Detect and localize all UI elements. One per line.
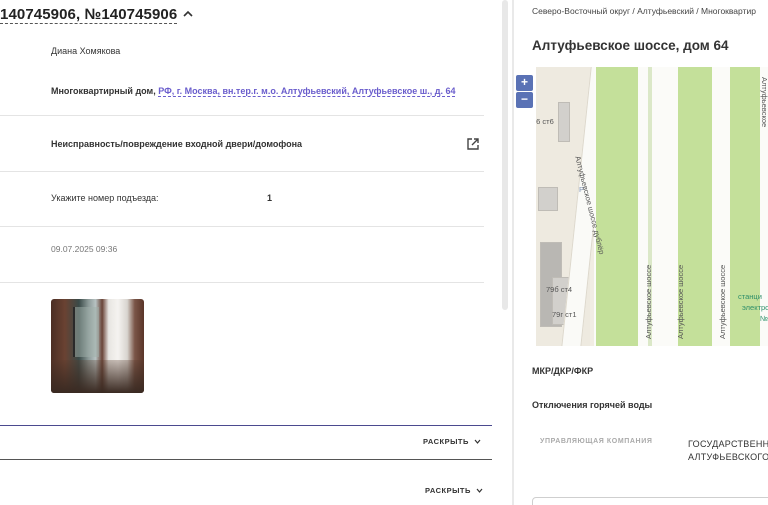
photo-detail [51, 360, 144, 393]
ticket-title[interactable]: 140745906, №140745906 [0, 6, 193, 24]
mkr-label: МКР/ДКР/ФКР [532, 366, 594, 376]
hot-water-label: Отключения горячей воды [532, 400, 653, 410]
input-field[interactable] [532, 497, 768, 505]
scrollbar[interactable] [502, 0, 508, 310]
station-label: станци [738, 292, 762, 301]
open-external-icon[interactable] [466, 137, 480, 151]
photo-detail [73, 307, 99, 357]
ticket-datetime: 09.07.2025 09:36 [51, 244, 118, 254]
management-company-value: ГОСУДАРСТВЕНН АЛТУФЬЕВСКОГО [688, 438, 768, 464]
map-green-area [596, 67, 638, 346]
divider [0, 226, 484, 227]
station-label: электро [742, 303, 768, 312]
expand-label: РАСКРЫТЬ [423, 437, 469, 446]
address-link[interactable]: РФ, г. Москва, вн.тер.г. м.о. Алтуфьевск… [158, 86, 456, 97]
object-type: Многоквартирный дом, [51, 86, 156, 96]
station-label: № [760, 314, 768, 323]
map-label: 96 ст6 [536, 117, 554, 126]
map-label: 79г ст1 [552, 310, 577, 319]
uk-value-line: АЛТУФЬЕВСКОГО [688, 452, 768, 462]
chevron-down-icon [472, 439, 481, 446]
uk-value-line: ГОСУДАРСТВЕНН [688, 439, 768, 449]
problem-title: Неисправность/повреждение входной двери/… [51, 139, 303, 149]
zoom-in-button[interactable]: + [516, 75, 533, 91]
street-label: Алтуфьевское [760, 77, 768, 128]
section-separator [0, 425, 492, 426]
entrance-value: 1 [267, 193, 273, 203]
attachment-photo[interactable] [51, 299, 144, 393]
map-building [558, 102, 570, 142]
map-road [652, 67, 678, 346]
breadcrumb[interactable]: Северо-Восточный округ / Алтуфьевский / … [532, 6, 756, 16]
author-name: Диана Хомякова [51, 46, 121, 56]
map-building [538, 187, 558, 211]
street-label: Алтуфьевское шоссе [718, 264, 727, 339]
object-panel: Северо-Восточный округ / Алтуфьевский / … [514, 0, 768, 505]
street-label: Алтуфьевское шоссе [644, 264, 653, 339]
divider [0, 282, 484, 283]
street-label: Алтуфьевское шоссе [676, 264, 685, 339]
chevron-down-icon [474, 488, 483, 495]
divider [0, 115, 484, 116]
map[interactable]: 96 ст6 P 79б ст4 79г ст1 Алтуфьевское шо… [536, 67, 768, 346]
section-separator [0, 459, 492, 460]
expand-button[interactable]: РАСКРЫТЬ [425, 486, 483, 495]
ticket-number[interactable]: 140745906, №140745906 [0, 6, 178, 24]
chevron-up-icon[interactable] [183, 8, 193, 20]
expand-button[interactable]: РАСКРЫТЬ [423, 437, 481, 446]
map-zoom-controls: + − [516, 75, 533, 109]
ticket-panel: 140745906, №140745906 Диана Хомякова Мно… [0, 0, 510, 505]
object-address-row: Многоквартирный дом, РФ, г. Москва, вн.т… [51, 86, 456, 97]
address-title: Алтуфьевское шоссе, дом 64 [532, 38, 729, 53]
expand-label: РАСКРЫТЬ [425, 486, 471, 495]
entrance-question: Укажите номер подъезда: [51, 193, 159, 203]
management-company-label: УПРАВЛЯЮЩАЯ КОМПАНИЯ [540, 438, 653, 445]
map-label: 79б ст4 [546, 285, 573, 294]
divider [0, 171, 484, 172]
zoom-out-button[interactable]: − [516, 92, 533, 108]
